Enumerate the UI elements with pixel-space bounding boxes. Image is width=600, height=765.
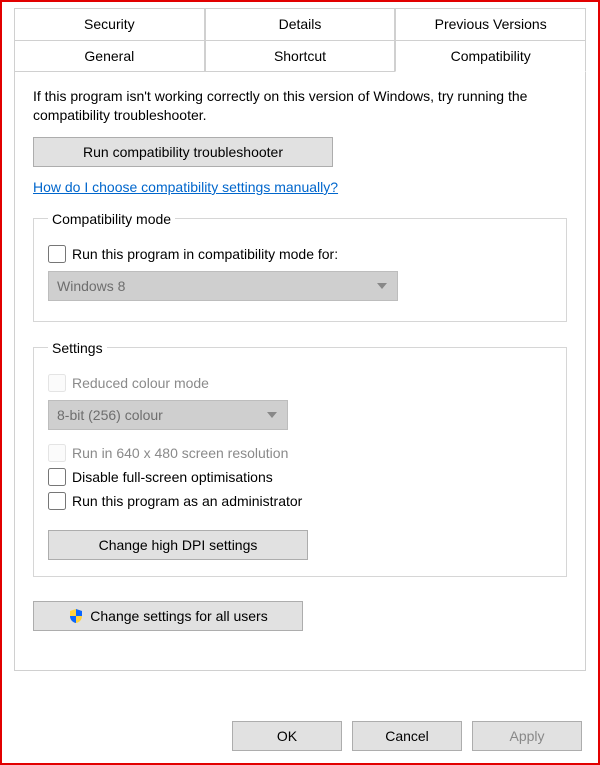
run-as-admin-label: Run this program as an administrator — [72, 493, 302, 509]
dialog-button-bar: OK Cancel Apply — [232, 721, 582, 751]
disable-fullscreen-row[interactable]: Disable full-screen optimisations — [48, 468, 552, 486]
colour-depth-value: 8-bit (256) colour — [57, 407, 163, 423]
low-res-checkbox — [48, 444, 66, 462]
settings-legend: Settings — [48, 340, 107, 356]
tab-shortcut[interactable]: Shortcut — [205, 40, 396, 72]
apply-button: Apply — [472, 721, 582, 751]
tab-row-1: Security Details Previous Versions — [14, 8, 586, 40]
run-as-admin-row[interactable]: Run this program as an administrator — [48, 492, 552, 510]
tab-compatibility[interactable]: Compatibility — [395, 40, 586, 72]
intro-text: If this program isn't working correctly … — [33, 87, 567, 125]
compat-mode-checkbox[interactable] — [48, 245, 66, 263]
reduced-colour-row: Reduced colour mode — [48, 374, 552, 392]
run-as-admin-checkbox[interactable] — [48, 492, 66, 510]
tab-details[interactable]: Details — [205, 8, 396, 40]
low-res-row: Run in 640 x 480 screen resolution — [48, 444, 552, 462]
reduced-colour-checkbox — [48, 374, 66, 392]
tab-row-2: General Shortcut Compatibility — [14, 40, 586, 72]
reduced-colour-label: Reduced colour mode — [72, 375, 209, 391]
chevron-down-icon — [267, 412, 277, 418]
compat-mode-dropdown[interactable]: Windows 8 — [48, 271, 398, 301]
compatibility-panel: If this program isn't working correctly … — [14, 71, 586, 671]
change-settings-all-users-button[interactable]: Change settings for all users — [33, 601, 303, 631]
tab-security[interactable]: Security — [14, 8, 205, 40]
chevron-down-icon — [377, 283, 387, 289]
shield-icon — [68, 608, 84, 624]
properties-dialog: Security Details Previous Versions Gener… — [0, 0, 600, 765]
change-dpi-button[interactable]: Change high DPI settings — [48, 530, 308, 560]
disable-fullscreen-label: Disable full-screen optimisations — [72, 469, 273, 485]
colour-depth-dropdown: 8-bit (256) colour — [48, 400, 288, 430]
settings-group: Settings Reduced colour mode 8-bit (256)… — [33, 340, 567, 577]
compatibility-mode-group: Compatibility mode Run this program in c… — [33, 211, 567, 322]
change-settings-all-users-label: Change settings for all users — [90, 608, 267, 624]
low-res-label: Run in 640 x 480 screen resolution — [72, 445, 288, 461]
run-troubleshooter-button[interactable]: Run compatibility troubleshooter — [33, 137, 333, 167]
help-link[interactable]: How do I choose compatibility settings m… — [33, 179, 338, 195]
compat-mode-checkbox-row[interactable]: Run this program in compatibility mode f… — [48, 245, 552, 263]
cancel-button[interactable]: Cancel — [352, 721, 462, 751]
tab-general[interactable]: General — [14, 40, 205, 72]
ok-button[interactable]: OK — [232, 721, 342, 751]
disable-fullscreen-checkbox[interactable] — [48, 468, 66, 486]
compat-mode-dropdown-value: Windows 8 — [57, 278, 125, 294]
compatibility-mode-legend: Compatibility mode — [48, 211, 175, 227]
compat-mode-checkbox-label: Run this program in compatibility mode f… — [72, 246, 338, 262]
tab-previous-versions[interactable]: Previous Versions — [395, 8, 586, 40]
